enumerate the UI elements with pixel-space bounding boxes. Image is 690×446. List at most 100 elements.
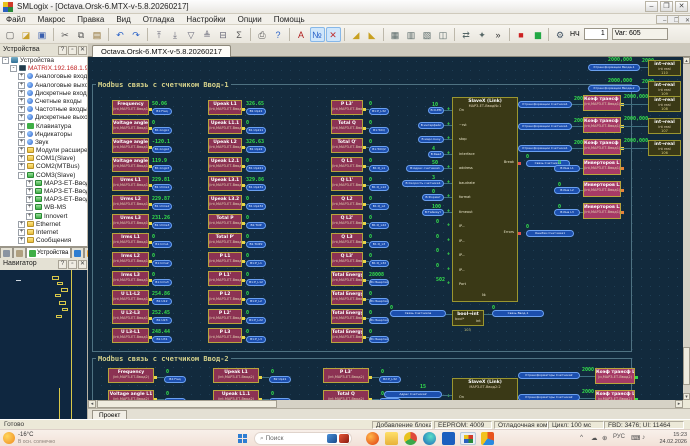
fbd-block-Q L1[interactable]: Q L1(int,МАРЗ-ЕТ-Ввод1) (331, 157, 363, 172)
tag-oval-В1:Upk11[interactable]: В1:Upk11 (246, 127, 266, 134)
fbd-block-boolint[interactable]: bool→int bool* (452, 310, 484, 326)
tag-oval-В:Инв L2[interactable]: В:Инв L2 (554, 187, 580, 194)
tag-oval-В:Скорость счетчика1[interactable]: В:Скорость счетчика1 (402, 179, 444, 187)
tab-devices[interactable]: Устройства (26, 247, 72, 258)
hscroll-thumb[interactable] (97, 400, 277, 408)
taskbar-explorer-icon[interactable] (385, 432, 398, 445)
help-icon[interactable]: ? (271, 27, 286, 42)
fbd-block-Total P[interactable]: Total P (int,МАРЗ-ЕТ-Ввод1) (208, 214, 242, 229)
fbd-block-Upeak L1[interactable]: Upeak L1 (int,МАРЗ-ЕТ-Ввод1) (208, 100, 242, 115)
settings-gear-icon[interactable]: ⚙ (553, 27, 568, 42)
tag-oval-В:интерфейс[interactable]: В:интерфейс (418, 121, 444, 129)
fbd-block-Q L3[interactable]: Q L3(int,МАРЗ-ЕТ-Ввод1) (331, 233, 363, 248)
fbd-block-intreal[interactable]: int→real int real 106 (648, 140, 681, 156)
paste-icon[interactable]: ▤ (90, 27, 105, 42)
maximize-button[interactable]: ❐ (660, 1, 673, 12)
tray-chevron-icon[interactable]: ^ (580, 434, 583, 441)
tag-oval-В1:AngL2[interactable]: В1:AngL2 (152, 146, 172, 153)
fbd-block-Q L2'[interactable]: Q L2'(int,МАРЗ-ЕТ-Ввод1) (331, 214, 363, 229)
expand-icon[interactable]: + (18, 237, 25, 245)
tag-oval-В1:Энергия3[interactable]: В1:Энергия3 (369, 336, 389, 343)
tag-oval-Ктрансформации Счетчика1[interactable]: Ктрансформации Счетчика1 (518, 123, 572, 130)
tree-item-WB-MS[interactable]: + WB-MS (0, 204, 87, 212)
taskbar-blue-app-icon[interactable] (442, 432, 455, 445)
horizontal-scrollbar[interactable]: ◂ ▸ (88, 400, 683, 408)
expand-icon[interactable]: - (2, 57, 9, 64)
more-icon[interactable]: » (491, 27, 506, 42)
tag-oval-Связь Ввод-1[interactable]: Связь Ввод-1 (492, 310, 544, 317)
fbd-block-P L3[interactable]: P L3 (int,МАРЗ-ЕТ-Ввод1) (208, 328, 242, 343)
tree-item-COM3(Slave)[interactable]: - COM3(Slave) (0, 171, 87, 180)
tree-item-COM2(MTBus)[interactable]: + COM2(MTBus) (0, 163, 87, 171)
nav-pin-button[interactable]: ▫ (68, 260, 77, 269)
fbd-block-Irms L3[interactable]: Irms L3 (int,МАРЗ-ЕТ-Ввод1) (112, 271, 149, 286)
scroll-left-icon[interactable]: ◂ (88, 400, 96, 408)
print-icon[interactable]: ⎙ (255, 27, 270, 42)
menu-Настройки[interactable]: Настройки (180, 14, 231, 25)
tag-oval-В:Адрес счетчика1[interactable]: В:Адрес счетчика1 (406, 165, 444, 172)
menu-Файл[interactable]: Файл (0, 14, 32, 25)
tag-oval-В1:Q_L3[interactable]: В1:Q_L3 (369, 241, 389, 248)
grid3-icon[interactable]: ▧ (420, 27, 435, 42)
delete-link-icon[interactable]: ✕ (325, 26, 341, 42)
fbd-block-Q L1'[interactable]: Q L1'(int,МАРЗ-ЕТ-Ввод1) (331, 176, 363, 191)
tag-oval-В1:TotQ2[interactable]: В1:TotQ2 (369, 146, 389, 153)
fbd-block-Frequency[interactable]: Frequency (int,МАРЗ-ЕТ-Ввод1) (112, 100, 149, 115)
fbd-block-Irms L1[interactable]: Irms L1 (int,МАРЗ-ЕТ-Ввод1) (112, 233, 149, 248)
tag-oval-Связь Счетчиков[interactable]: Связь Счетчиков (390, 310, 446, 317)
expand-icon[interactable]: + (18, 220, 25, 228)
tag-oval-В1:TotP[interactable]: В1:TotP (246, 222, 266, 229)
expand-icon[interactable]: - (18, 171, 25, 179)
fbd-block-Frequency[interactable]: Frequency (int,МАРЗ-ЕТ-Ввод2) (108, 368, 154, 383)
tray-network-icon[interactable]: ⊕ (602, 434, 607, 442)
tag-oval-В1:Urms2[interactable]: В1:Urms2 (152, 203, 172, 210)
step-input[interactable]: 1 (583, 28, 608, 40)
expand-icon[interactable]: + (18, 130, 25, 138)
taskbar-chrome-icon[interactable] (404, 432, 417, 445)
scroll-up-icon[interactable]: ▴ (683, 57, 690, 64)
copy-icon[interactable]: ⧉ (74, 27, 89, 42)
tag-oval-Ошибки Счетчика1[interactable]: Ошибки Счетчика1 (526, 230, 574, 237)
tray-cloud-icon[interactable]: ☁ (591, 434, 598, 442)
tree-item-Индикаторы[interactable]: + Индикаторы (0, 130, 87, 139)
fbd-block-P L1[interactable]: P L1 (int,МАРЗ-ЕТ-Ввод1) (208, 252, 242, 267)
document-tab[interactable]: Octava.Orsk-6.MTX-v-5.8.20260217 (92, 45, 231, 57)
tray-volume-icon[interactable]: ♪ (642, 434, 645, 441)
tag-oval-В1:P_L12[interactable]: В1:P_L12 (246, 279, 266, 286)
tab-workspace[interactable] (0, 247, 13, 258)
fbd-block-Инверторов L2[interactable]: Инверторов L2 (int,МАРЗ-ЕТ-Ввод1) (583, 181, 621, 197)
menu-Опции[interactable]: Опции (232, 14, 268, 25)
fbd-block-P L1'[interactable]: P L1' (int,МАРЗ-ЕТ-Ввод1) (208, 271, 242, 286)
grid4-icon[interactable]: ◫ (436, 27, 451, 42)
expand-icon[interactable]: + (18, 155, 25, 163)
stop-button[interactable]: ■ (514, 27, 529, 42)
fbd-block-Коэф трансф L2[interactable]: Коэф трансф L2 (и,МАРЗ-ЕТ-Ввод2) (595, 390, 635, 400)
tree-item-Клавиатура[interactable]: + Клавиатура (0, 122, 87, 131)
tree-item-Аналоговые входы[interactable]: + Аналоговые входы (0, 73, 87, 81)
tray-keyboard-icon[interactable]: ⌨ (631, 434, 640, 442)
tree-item-Дискретные входы[interactable]: + Дискретные входы (0, 89, 87, 98)
fbd-block-Voltage angle L3[interactable]: Voltage angle L3(int,МАРЗ-ЕТ-Ввод1) (112, 157, 149, 172)
pause-button[interactable]: ▮▮ (530, 27, 545, 42)
expand-icon[interactable]: + (18, 228, 25, 236)
tag-oval-В1:P_L32[interactable]: В1:P_L32 (369, 108, 389, 115)
tag-oval-В:Формат[interactable]: В:Формат (422, 194, 444, 201)
fbd-block-Total Energy-3[interactable]: Total Energy-3(int,МАРЗ-ЕТ-Ввод1) (331, 328, 363, 343)
fbd-block-Upeak L2.1[interactable]: Upeak L2.1 (int,МАРЗ-ЕТ-Ввод1) (208, 157, 242, 172)
tree-item-Internet[interactable]: + Internet (0, 228, 87, 237)
tag-oval-В:Инв L3[interactable]: В:Инв L3 (554, 209, 580, 216)
tree-item-Дискретные выходы[interactable]: + Дискретные выходы (0, 114, 87, 122)
new-icon[interactable]: ▢ (3, 27, 18, 42)
tag-oval-В1:P_L1[interactable]: В1:P_L1 (246, 260, 266, 267)
fbd-block-Upeak L3.2[interactable]: Upeak L3.2 (int,МАРЗ-ЕТ-Ввод1) (208, 195, 242, 210)
tab-blocks[interactable] (71, 247, 85, 258)
tag-oval-В1:Upk31[interactable]: В1:Upk31 (246, 184, 266, 191)
fbd-block-Q L2[interactable]: Q L2(int,МАРЗ-ЕТ-Ввод1) (331, 195, 363, 210)
tag-oval-Ктрансформации Счетчика1[interactable]: Ктрансформации Счетчика1 (518, 101, 572, 108)
fbd-block-intreal[interactable]: int→real int real 110 (648, 60, 681, 76)
fbd-block-Q L3'[interactable]: Q L3'(int,МАРЗ-ЕТ-Ввод1) (331, 252, 363, 267)
scroll-right-icon[interactable]: ▸ (675, 400, 683, 408)
tree-item-MATRIX.192.168.1.93[interactable]: - MATRIX.192.168.1.93 (0, 65, 87, 73)
tag-oval-В1:Q_L2[interactable]: В1:Q_L2 (369, 203, 389, 210)
expand-icon[interactable]: + (18, 138, 25, 146)
